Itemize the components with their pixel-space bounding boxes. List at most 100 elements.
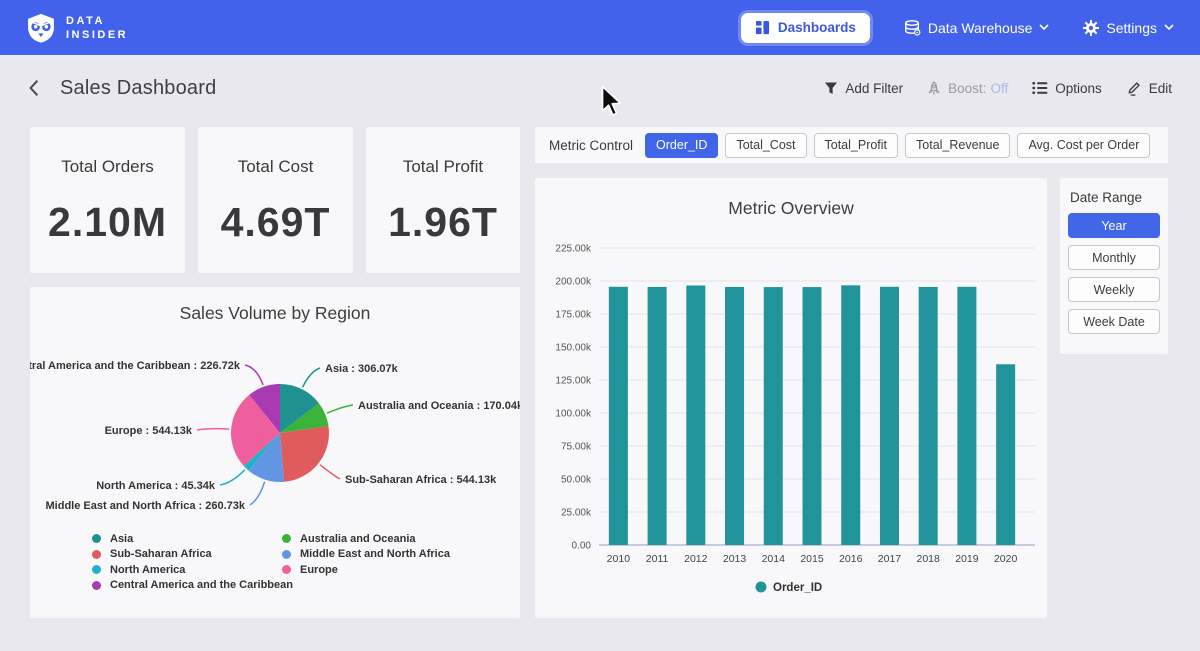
page-title: Sales Dashboard [60,77,216,100]
back-button[interactable] [28,79,46,97]
filter-funnel-icon [824,82,838,95]
kpi-value: 2.10M [48,199,167,246]
metric-option-order-id[interactable]: Order_ID [645,133,718,158]
bar-legend-label[interactable]: Order_ID [773,582,822,594]
dashboard-grid-icon [755,20,770,35]
metric-control-bar: Metric Control Order_IDTotal_CostTotal_P… [535,127,1168,163]
options-button[interactable]: Options [1032,81,1102,96]
settings-menu[interactable]: Settings [1083,20,1174,36]
x-tick-label: 2020 [994,553,1018,565]
pie-label-europe: Europe : 544.13k [105,425,193,437]
bar-2017[interactable] [880,287,899,545]
add-filter-button[interactable]: Add Filter [824,81,903,96]
bar-2010[interactable] [609,287,628,545]
x-tick-label: 2014 [762,553,786,565]
legend-dot [92,581,101,590]
date-range-monthly[interactable]: Monthly [1068,245,1160,270]
bar-2019[interactable] [957,287,976,545]
bar-2020[interactable] [996,364,1015,545]
pie-label-australia-and-oceania: Australia and Oceania : 170.04k [358,400,520,412]
x-tick-label: 2011 [646,553,669,565]
y-tick-label: 25.00k [561,508,592,519]
legend-dot [282,565,291,574]
date-range-year[interactable]: Year [1068,213,1160,238]
legend-label: Middle East and North Africa [300,548,450,560]
bar-2016[interactable] [841,285,860,545]
chevron-down-icon [1039,24,1049,31]
bar-chart: 0.0025.00k50.00k75.00k100.00k125.00k150.… [535,178,1047,618]
legend-label: Asia [110,533,133,545]
app-name: DATA INSIDER [66,14,128,42]
pie-label-asia: Asia : 306.07k [325,363,399,375]
boost-toggle[interactable]: Boost: Off [927,81,1008,96]
edit-button[interactable]: Edit [1126,80,1172,96]
legend-dot [92,534,101,543]
x-tick-label: 2010 [607,553,631,565]
kpi-value: 4.69T [221,199,331,246]
pie-label-central-america-and-the-caribbean: Central America and the Caribbean : 226.… [30,360,241,372]
list-options-icon [1032,81,1048,95]
kpi-card-total-cost: Total Cost 4.69T [198,127,353,273]
bar-2018[interactable] [919,287,938,545]
metric-option-total-cost[interactable]: Total_Cost [725,133,806,158]
pie-connector-central-america-and-the-caribbean [245,365,263,385]
kpi-value: 1.96T [388,199,498,246]
navbar: DATA INSIDER Dashboards Data Warehouse [0,0,1200,55]
pie-connector-europe [197,429,229,430]
x-tick-label: 2017 [878,553,902,565]
legend-item-central-america-and-the-caribbean[interactable]: Central America and the Caribbean [92,578,293,594]
bar-2014[interactable] [764,287,783,545]
bar-chart-card: Metric Overview 0.0025.00k50.00k75.00k10… [535,178,1047,618]
legend-item-north-america[interactable]: North America [92,562,293,578]
kpi-label: Total Orders [61,157,154,177]
legend-item-asia[interactable]: Asia [92,531,293,547]
x-tick-label: 2013 [723,553,747,565]
bar-legend-dot [756,582,767,593]
date-range-options: Year Monthly Weekly Week Date [1068,213,1160,334]
y-tick-label: 50.00k [561,475,592,486]
metric-option-total-revenue[interactable]: Total_Revenue [905,133,1010,158]
data-warehouse-menu[interactable]: Data Warehouse [904,20,1050,36]
date-range-week-date[interactable]: Week Date [1068,309,1160,334]
app-logo[interactable]: DATA INSIDER [26,12,128,44]
metric-option-total-profit[interactable]: Total_Profit [814,133,899,158]
bar-2013[interactable] [725,287,744,545]
owl-logo-icon [26,12,56,44]
bar-2015[interactable] [803,287,822,545]
legend-dot [282,534,291,543]
legend-item-middle-east-and-north-africa[interactable]: Middle East and North Africa [282,547,450,563]
pie-label-sub-saharan-africa: Sub-Saharan Africa : 544.13k [345,474,497,486]
y-tick-label: 125.00k [555,376,592,387]
y-tick-label: 175.00k [555,310,592,321]
legend-item-australia-and-oceania[interactable]: Australia and Oceania [282,531,450,547]
date-range-weekly[interactable]: Weekly [1068,277,1160,302]
gear-icon [1083,20,1099,36]
pie-connector-australia-and-oceania [327,405,353,413]
rocket-icon [927,81,941,96]
legend-label: Australia and Oceania [300,533,416,545]
pie-label-middle-east-and-north-africa: Middle East and North Africa : 260.73k [46,500,246,512]
x-tick-label: 2015 [800,553,824,565]
x-tick-label: 2012 [684,553,708,565]
pie-connector-sub-saharan-africa [320,465,340,479]
pie-slice-sub-saharan-africa[interactable] [280,426,329,482]
legend-item-sub-saharan-africa[interactable]: Sub-Saharan Africa [92,547,293,563]
y-tick-label: 225.00k [555,244,592,255]
bar-2012[interactable] [686,285,705,545]
pie-connector-asia [303,368,320,387]
dashboards-button[interactable]: Dashboards [741,13,870,43]
y-tick-label: 0.00 [572,541,592,552]
metric-options: Order_ID Total_Cost Total_ProfitTotal_Reve… [645,133,1150,158]
legend-label: North America [110,564,185,576]
legend-label: Sub-Saharan Africa [110,548,212,560]
x-tick-label: 2019 [955,553,979,565]
legend-item-europe[interactable]: Europe [282,562,450,578]
legend-dot [92,550,101,559]
boost-label: Boost: [948,81,986,96]
pie-label-north-america: North America : 45.34k [96,480,216,492]
metric-option-avg-cost-per-order[interactable]: Avg. Cost per Order [1017,133,1150,158]
bar-2011[interactable] [648,287,667,545]
kpi-label: Total Cost [238,157,314,177]
pencil-icon [1126,80,1142,96]
legend-label: Central America and the Caribbean [110,579,293,591]
